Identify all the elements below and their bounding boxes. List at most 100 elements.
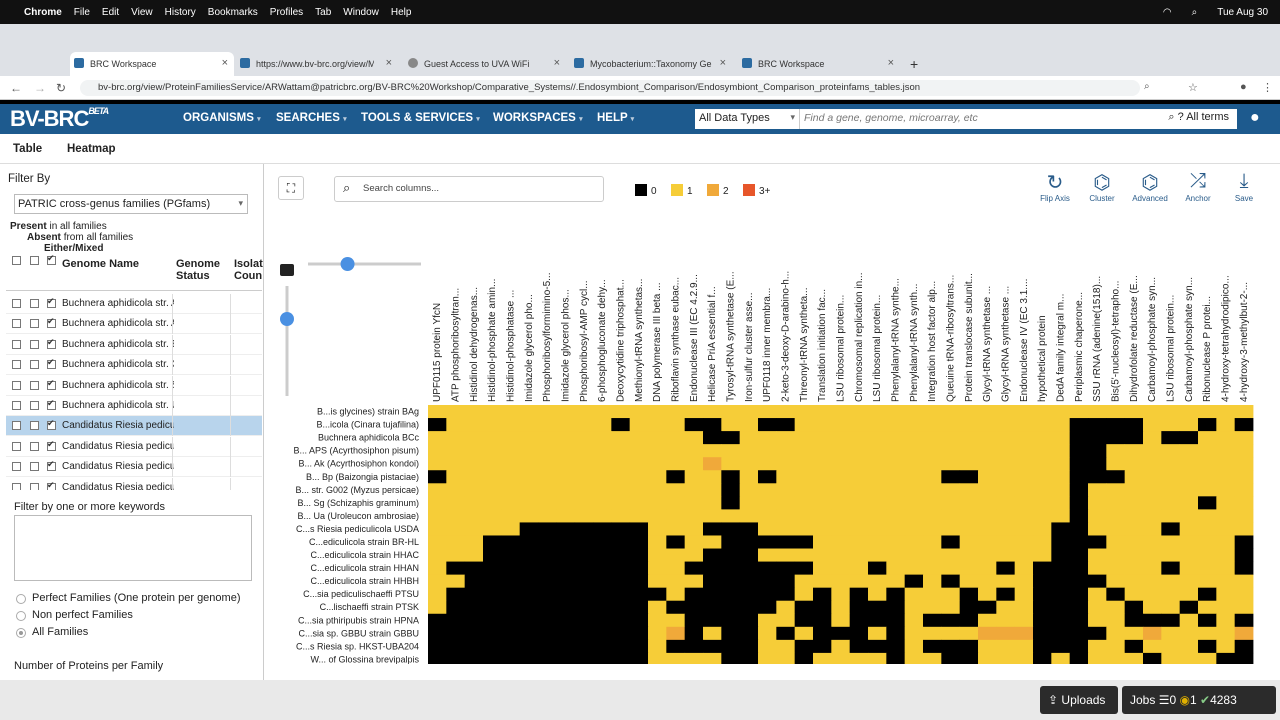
heatmap-cell[interactable] [648, 483, 667, 497]
heatmap-cell[interactable] [428, 496, 447, 510]
heatmap-cell[interactable] [1234, 639, 1254, 654]
heatmap-cell[interactable] [776, 535, 796, 549]
heatmap-cell[interactable] [868, 418, 887, 432]
mixed-checkbox[interactable] [47, 378, 56, 390]
heatmap-cell[interactable] [1106, 626, 1126, 641]
close-tab-icon[interactable]: × [386, 57, 392, 69]
heatmap-cell[interactable] [1216, 522, 1236, 536]
heatmap-cell[interactable] [464, 574, 484, 589]
heatmap-cell[interactable] [574, 496, 594, 510]
row-label[interactable]: B... Sg (Schizaphis graminum) [297, 498, 419, 508]
heatmap-cell[interactable] [721, 600, 741, 615]
absent-checkbox[interactable] [30, 339, 39, 349]
row-label[interactable]: W... of Glossina brevipalpis [310, 654, 419, 664]
heatmap-cell[interactable] [923, 574, 942, 589]
heatmap-cell[interactable] [1069, 418, 1089, 432]
heatmap-cell[interactable] [794, 561, 814, 576]
column-label[interactable]: Histidinol dehydrogenas... [469, 287, 480, 402]
heatmap-cell[interactable] [886, 483, 906, 497]
heatmap-cell[interactable] [1198, 496, 1217, 510]
mixed-checkbox[interactable] [47, 296, 56, 308]
heatmap-cell[interactable] [1198, 626, 1217, 641]
column-label[interactable]: Glycyl-tRNA synthetase ... [982, 286, 993, 402]
nav-workspaces[interactable]: WORKSPACES ▾ [493, 112, 583, 124]
column-label[interactable]: DedA family integral m... [1056, 294, 1067, 402]
heatmap-cell[interactable] [941, 405, 961, 419]
heatmap-cell[interactable] [996, 535, 1016, 549]
heatmap-cell[interactable] [519, 431, 539, 445]
heatmap-cell[interactable] [886, 626, 906, 641]
heatmap-cell[interactable] [941, 483, 961, 497]
heatmap-cell[interactable] [464, 470, 484, 484]
heatmap-cell[interactable] [923, 639, 942, 654]
heatmap-cell[interactable] [758, 613, 777, 628]
column-label[interactable]: Iron-sulfur cluster asse... [744, 293, 755, 402]
heatmap-cell[interactable] [776, 626, 796, 641]
heatmap-cell[interactable] [464, 561, 484, 576]
heatmap-cell[interactable] [684, 626, 704, 641]
menu-profiles[interactable]: Profiles [270, 7, 303, 18]
heatmap-cell[interactable] [574, 600, 594, 615]
heatmap-cell[interactable] [794, 509, 814, 523]
column-label[interactable]: LSU ribosomal protein... [1166, 295, 1177, 402]
heatmap-cell[interactable] [721, 613, 741, 628]
heatmap-cell[interactable] [428, 652, 447, 664]
heatmap-cell[interactable] [519, 652, 539, 664]
heatmap-cell[interactable] [629, 470, 649, 484]
heatmap-cell[interactable] [1014, 483, 1034, 497]
heatmap-cell[interactable] [501, 509, 521, 523]
heatmap-cell[interactable] [1088, 600, 1107, 615]
heatmap-cell[interactable] [959, 561, 979, 576]
heatmap-cell[interactable] [904, 600, 924, 615]
heatmap-cell[interactable] [941, 574, 961, 589]
heatmap-cell[interactable] [1198, 587, 1217, 602]
heatmap-cell[interactable] [556, 613, 576, 628]
heatmap-cell[interactable] [501, 587, 521, 602]
heatmap-cell[interactable] [446, 600, 466, 615]
heatmap-cell[interactable] [721, 548, 741, 562]
heatmap-cell[interactable] [758, 496, 777, 510]
heatmap-cell[interactable] [978, 444, 997, 458]
heatmap-cell[interactable] [959, 613, 979, 628]
mixed-checkbox[interactable] [47, 316, 56, 329]
heatmap-cell[interactable] [1106, 470, 1126, 484]
heatmap-cell[interactable] [556, 522, 576, 536]
heatmap-cell[interactable] [629, 587, 649, 602]
heatmap-cell[interactable] [684, 522, 704, 536]
column-label[interactable]: 4-hydroxy-tetrahydrodipico... [1221, 275, 1232, 402]
heatmap-cell[interactable] [1234, 535, 1254, 549]
heatmap-cell[interactable] [776, 652, 796, 664]
heatmap-cell[interactable] [483, 457, 502, 471]
heatmap-cell[interactable] [1161, 587, 1181, 602]
heatmap-cell[interactable] [1106, 535, 1126, 549]
heatmap-cell[interactable] [574, 587, 594, 602]
heatmap-cell[interactable] [996, 418, 1016, 432]
heatmap-cell[interactable] [684, 613, 704, 628]
heatmap-cell[interactable] [886, 613, 906, 628]
heatmap-cell[interactable] [446, 444, 466, 458]
heatmap-cell[interactable] [1179, 405, 1199, 419]
heatmap-cell[interactable] [1088, 574, 1107, 589]
heatmap-cell[interactable] [1124, 652, 1144, 664]
heatmap-cell[interactable] [1234, 457, 1254, 471]
heatmap-cell[interactable] [1234, 431, 1254, 445]
heatmap-cell[interactable] [959, 418, 979, 432]
heatmap-cell[interactable] [739, 444, 759, 458]
heatmap-cell[interactable] [923, 613, 942, 628]
heatmap-cell[interactable] [1014, 613, 1034, 628]
heatmap-cell[interactable] [1161, 574, 1181, 589]
column-label[interactable]: Translation initiation fac... [817, 289, 828, 402]
heatmap-cell[interactable] [1198, 548, 1217, 562]
heatmap-cell[interactable] [758, 587, 777, 602]
heatmap-cell[interactable] [831, 548, 851, 562]
heatmap-cell[interactable] [813, 574, 832, 589]
heatmap-cell[interactable] [684, 509, 704, 523]
heatmap-cell[interactable] [721, 561, 741, 576]
heatmap-cell[interactable] [1216, 535, 1236, 549]
heatmap-cell[interactable] [703, 587, 722, 602]
heatmap-cell[interactable] [849, 626, 869, 641]
heatmap-cell[interactable] [886, 535, 906, 549]
heatmap-cell[interactable] [538, 405, 557, 419]
heatmap-cell[interactable] [538, 626, 557, 641]
heatmap-cell[interactable] [849, 535, 869, 549]
